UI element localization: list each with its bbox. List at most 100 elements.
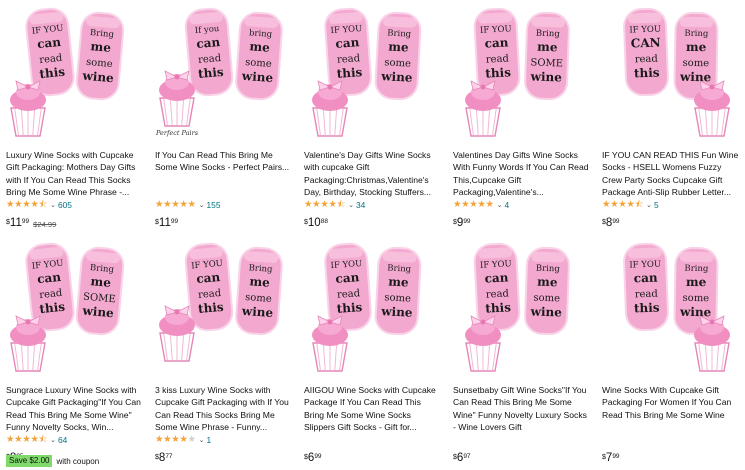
price[interactable]: $11 99 $24.99: [6, 217, 56, 230]
star-icon: ★: [155, 199, 164, 210]
product-image[interactable]: IF YOUcanreadthisBringmesomewine: [302, 239, 443, 379]
price[interactable]: $8 99: [602, 217, 620, 230]
product-image[interactable]: If youcanreadthisbringmesomewinePerfect …: [153, 4, 294, 144]
price-fraction: 97: [463, 453, 471, 460]
rating-row: ★ ★ ★ ★ ★ ⌄ 1: [155, 435, 212, 446]
sock-text: me: [388, 274, 409, 289]
product-image[interactable]: IF YOUcanreadthisBringmesomewine: [451, 239, 592, 379]
review-count[interactable]: 4: [505, 200, 510, 210]
chevron-down-icon[interactable]: ⌄: [199, 201, 205, 209]
product-card[interactable]: IF YOU can read this Bring me some wine Luxury W…: [0, 0, 149, 235]
star-icon: ★: [304, 199, 313, 210]
sock-text: wine: [679, 70, 712, 85]
price[interactable]: $7 99: [602, 452, 620, 465]
sock-text: some: [682, 58, 709, 69]
sock-text: read: [337, 288, 361, 301]
price[interactable]: $6 99: [304, 452, 322, 465]
product-image[interactable]: IF YOUcanreadthisBringmeSOMEwine: [451, 4, 592, 144]
review-count[interactable]: 1: [207, 435, 212, 445]
product-title[interactable]: Valentine's Day Gifts Wine Socks with cu…: [304, 149, 442, 199]
results-grid: IF YOU can read this Bring me some wine Luxury W…: [0, 0, 745, 470]
star-icon: ★: [171, 434, 180, 445]
price[interactable]: $10 88: [304, 217, 328, 230]
product-title[interactable]: 3 kiss Luxury Wine Socks with Cupcake Gi…: [155, 384, 293, 434]
product-title[interactable]: Sunsetbaby Gift Wine Socks"If You Can Re…: [453, 384, 591, 434]
chevron-down-icon[interactable]: ⌄: [50, 201, 56, 209]
product-title[interactable]: Sungrace Luxury Wine Socks with Cupcake …: [6, 384, 144, 434]
sock-text: IF YOU: [629, 259, 661, 270]
star-icon: ★: [618, 199, 627, 210]
coupon-row: Save $2.00 with coupon: [6, 455, 99, 467]
sock-text: wine: [529, 304, 562, 319]
review-count[interactable]: 34: [356, 200, 365, 210]
sock-text: Bring: [387, 263, 412, 274]
star-rating[interactable]: ★ ★ ★ ★ ★: [155, 200, 196, 210]
sock-text: can: [335, 270, 360, 286]
sock-text: Bring: [387, 28, 412, 39]
product-title[interactable]: Valentines Day Gifts Wine Socks With Fun…: [453, 149, 591, 199]
product-title[interactable]: IF YOU CAN READ THIS Fun Wine Socks - HS…: [602, 149, 740, 199]
sock: Bringme somewine: [374, 246, 422, 336]
star-rating[interactable]: ★ ★ ★ ★ ★: [155, 435, 196, 445]
sock-text: wine: [380, 69, 413, 85]
product-title[interactable]: If You Can Read This Bring Me Some Wine …: [155, 149, 293, 174]
star-rating[interactable]: ★ ★ ★ ★ ⯪: [6, 200, 47, 210]
sock-text: this: [39, 65, 66, 82]
sock-text: this: [485, 300, 512, 315]
product-image[interactable]: IF YOUcanreadthisBringmesomewine: [302, 4, 443, 144]
rating-row: ★ ★ ★ ★ ⯪ ⌄ 605: [6, 200, 72, 211]
product-card[interactable]: IF YOU can read this Bring me some wine AIIGOU W…: [298, 235, 447, 470]
chevron-down-icon[interactable]: ⌄: [646, 201, 652, 209]
product-title[interactable]: Luxury Wine Socks with Cupcake Gift Pack…: [6, 149, 144, 199]
price-fraction: 99: [21, 218, 30, 225]
review-count[interactable]: 155: [207, 200, 221, 210]
product-card[interactable]: IF YOU can read this Bring me some wine 3 kiss L…: [149, 235, 298, 470]
star-rating[interactable]: ★ ★ ★ ★ ⯪: [6, 435, 47, 445]
product-image[interactable]: IF YOUcanreadthisBringmesomewine: [153, 239, 294, 379]
sock-text: Bring: [90, 263, 115, 275]
product-image[interactable]: IF YOUCAN readthis Bringme somewine: [600, 4, 741, 144]
product-card[interactable]: IF YOU CAN read this Bring me some wine IF YOU C…: [596, 0, 745, 235]
chevron-down-icon[interactable]: ⌄: [199, 436, 205, 444]
product-image[interactable]: IF YOUcanreadthisBringmesomewine: [600, 239, 741, 379]
sock: Bringme somewine: [75, 11, 125, 101]
price[interactable]: $11 99: [155, 217, 178, 230]
star-icon: ★: [602, 199, 611, 210]
product-card[interactable]: IF YOU can read this Bring me SOME wine Valentin…: [447, 0, 596, 235]
sock-text: this: [197, 65, 224, 81]
coupon-badge[interactable]: Save $2.00: [6, 455, 53, 467]
star-rating[interactable]: ★ ★ ★ ★ ⯪: [304, 200, 345, 210]
product-card[interactable]: IF YOU can read this Bring me some wine Valentin…: [298, 0, 447, 235]
product-image[interactable]: IF YOUcanreadthisBringmeSOMEwine: [4, 239, 145, 379]
product-title[interactable]: AIIGOU Wine Socks with Cupcake Package I…: [304, 384, 442, 434]
sock-text: Bring: [536, 264, 561, 275]
price[interactable]: $6 97: [453, 452, 471, 465]
sock: IF YOUCAN readthis: [623, 7, 669, 97]
price-fraction: 99: [314, 453, 322, 460]
price[interactable]: $9 99: [453, 217, 471, 230]
sock: IF YOUcanreadthis: [324, 242, 372, 332]
sock-text: Bring: [536, 29, 561, 40]
star-icon: ★: [477, 199, 486, 210]
product-card[interactable]: IF YOU can read this Bring me some wine Wine Soc…: [596, 235, 745, 470]
price[interactable]: $8 77: [155, 452, 173, 465]
product-title[interactable]: Wine Socks With Cupcake Gift Packaging F…: [602, 384, 740, 421]
star-icon: ★: [626, 199, 635, 210]
star-icon: ★: [14, 434, 23, 445]
product-card[interactable]: If you can read this bring me some wine Perfect …: [149, 0, 298, 235]
sock-text: CAN: [631, 35, 661, 50]
review-count[interactable]: 5: [654, 200, 659, 210]
product-card[interactable]: IF YOU can read this Bring me SOME wine Sungrace…: [0, 235, 149, 470]
star-rating[interactable]: ★ ★ ★ ★ ⯪: [602, 200, 643, 210]
chevron-down-icon[interactable]: ⌄: [497, 201, 503, 209]
chevron-down-icon[interactable]: ⌄: [50, 436, 56, 444]
chevron-down-icon[interactable]: ⌄: [348, 201, 354, 209]
star-rating[interactable]: ★ ★ ★ ★ ★: [453, 200, 494, 210]
review-count[interactable]: 605: [58, 200, 72, 210]
sock-text: this: [336, 300, 363, 316]
sock-text: SOME: [530, 57, 563, 69]
sock-text: some: [682, 293, 709, 304]
product-image[interactable]: IF YOUcanreadthisBringmesomewine: [4, 4, 145, 144]
review-count[interactable]: 64: [58, 435, 67, 445]
product-card[interactable]: IF YOU can read this Bring me some wine Sunsetba…: [447, 235, 596, 470]
